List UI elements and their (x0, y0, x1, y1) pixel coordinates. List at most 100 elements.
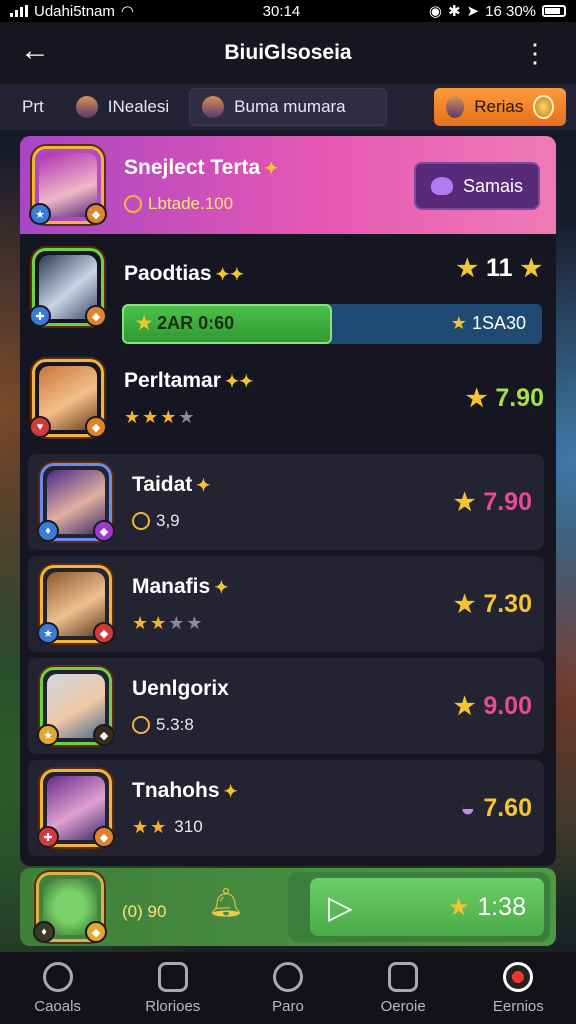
samais-button-label: Samais (462, 175, 524, 196)
tab-label: Eernios (492, 997, 544, 1015)
battery-icon (542, 5, 566, 17)
rank-badge-icon: ◆ (85, 203, 107, 225)
class-badge-icon: ★ (37, 724, 59, 746)
hero-score: ★ 11 ★ (457, 254, 542, 283)
hero-score: ★ 9.00 (454, 692, 532, 721)
hero-score: ★ 7.30 (454, 590, 532, 619)
list-item[interactable]: ★ ◆ Uenlgorix 5.3:8 ★ 9.00 (28, 658, 544, 754)
rank-badge-icon: ◆ (93, 826, 115, 848)
battery-label: 16 30% (485, 2, 536, 20)
wifi-icon: ◠ (120, 3, 134, 20)
tab-label: Paro (272, 997, 304, 1015)
star-icon: ★ (136, 313, 153, 333)
hero-score-value: 11 (486, 254, 513, 282)
play-button[interactable]: ▷ ★ 1:38 (310, 878, 544, 936)
level-icon (132, 512, 150, 530)
tab-caoals[interactable]: Caoals (13, 961, 103, 1015)
hero-score-value: 7.90 (483, 487, 532, 516)
verified-icon: ✦ (223, 781, 238, 801)
filter-chip-nealesi[interactable]: INealesi (64, 88, 181, 126)
promo-action-area: ▷ ★ 1:38 (288, 872, 550, 942)
hero-avatar: ★ ◆ (37, 667, 115, 746)
status-bar: Udahi5tnam ◠ 30:14 ◉ ✱ ➤ 16 30% (0, 0, 576, 22)
location-icon: ➤ (466, 3, 480, 20)
star-icon: ★ (450, 313, 467, 333)
star-icon: ★ (453, 590, 476, 618)
chat-icon (272, 961, 303, 992)
level-icon (132, 716, 150, 734)
info-icon (42, 961, 73, 992)
play-button-value: 1:38 (477, 892, 526, 921)
hero-avatar: ✚ ◆ (37, 769, 115, 848)
progress-left-label: ★ 2AR 0:60 (136, 313, 234, 334)
page-title: BiuiGlsoseia (224, 41, 352, 64)
star-icon: ★ (453, 488, 476, 516)
tab-oeroie[interactable]: Oeroie (358, 961, 448, 1015)
avatar-icon (202, 96, 225, 118)
rank-badge-icon: ◆ (93, 520, 115, 542)
filter-chip-label: Rerias (474, 97, 524, 116)
star-icon: ★ (453, 692, 476, 720)
class-badge-icon: ✚ (29, 305, 51, 327)
star-icon: ★ (456, 255, 479, 282)
hero-name: Taidat (132, 473, 193, 496)
filter-chip-rerias[interactable]: Rerias (434, 88, 566, 126)
gem-stack-icon: ◒ (460, 793, 476, 822)
list-item[interactable]: ✚ ◆ Paodtias ✦✦ ★ 11 ★ ★ 2AR 0:60 ★ 1SA30 (20, 238, 556, 350)
tab-rlorioes[interactable]: Rlorioes (128, 961, 218, 1015)
star-icon: ★ (447, 893, 470, 921)
rating-stars: ★★★★ (124, 406, 197, 427)
verified-icon: ✦✦ (215, 265, 245, 284)
hero-avatar: ★ ◆ (29, 146, 107, 225)
list-item[interactable]: ♥ ◆ Perltamar ✦✦ ★★★★ ★ 7.90 (20, 350, 556, 446)
tab-eernios[interactable]: Eernios (473, 961, 563, 1015)
play-icon: ▷ (328, 889, 353, 925)
alarm-icon: ◉ (428, 3, 442, 20)
leaderboard-panel: ★ ◆ Snejlect Terta ✦ Lbtade.100 Samais ✚ … (20, 136, 556, 866)
avatar-icon (446, 96, 465, 118)
hero-avatar: ★ ◆ (37, 565, 115, 644)
hero-avatar: ♦ ◆ (37, 463, 115, 542)
hero-score: ★ 7.90 (466, 384, 544, 413)
more-vertical-icon[interactable]: ⋮ (522, 40, 548, 66)
clock: 30:14 (262, 2, 301, 20)
progress-bar: ★ 2AR 0:60 ★ 1SA30 (122, 304, 542, 344)
hero-score-value: 7.30 (483, 589, 532, 618)
rank-badge-icon: ◆ (93, 724, 115, 746)
rank-badge-icon: ◆ (85, 416, 107, 438)
rank-badge-icon: ◆ (93, 622, 115, 644)
carrier-label: Udahi5tnam (34, 2, 115, 20)
bell-icon[interactable]: 🔔︎ (208, 886, 244, 919)
bottom-tab-bar: Caoals Rlorioes Paro Oeroie Eernios (0, 952, 576, 1024)
star-icon: ★ (465, 384, 488, 412)
class-badge-icon: ✚ (37, 826, 59, 848)
list-item[interactable]: ★ ◆ Manafis ✦ ★★★★ ★ 7.30 (28, 556, 544, 652)
hero-name: Uenlgorix (132, 677, 229, 700)
hero-sub-value: 310 (174, 817, 203, 836)
profile-icon (388, 961, 419, 992)
list-item[interactable]: ♦ ◆ Taidat ✦ 3,9 ★ 7.90 (28, 454, 544, 550)
hero-score-value: 7.60 (483, 793, 532, 822)
list-item-highlighted[interactable]: ★ ◆ Snejlect Terta ✦ Lbtade.100 Samais (20, 136, 556, 234)
progress-right-value: 1SA30 (471, 313, 526, 333)
filter-chip-prt[interactable]: Prt (10, 88, 56, 126)
list-item[interactable]: ✚ ◆ Tnahohs ✦ ★★ 310 ◒ 7.60 (28, 760, 544, 856)
promo-text: (0) 90 (122, 902, 167, 921)
class-badge-icon: ♥ (29, 416, 51, 438)
class-badge-icon: ★ (37, 622, 59, 644)
filter-chip-label: Buma mumara (234, 97, 346, 116)
verified-icon: ✦ (196, 476, 211, 495)
signal-icon (10, 5, 28, 17)
back-arrow-icon[interactable]: ← (20, 36, 50, 66)
hero-name: Snejlect Terta (124, 156, 261, 179)
app-header: ← BiuiGlsoseia ⋮ (0, 22, 576, 84)
tab-paro[interactable]: Paro (243, 961, 333, 1015)
filter-chip-search[interactable]: Buma mumara (189, 88, 388, 126)
samais-button[interactable]: Samais (414, 162, 540, 210)
class-badge-icon: ♦ (37, 520, 59, 542)
class-badge-icon: ♦ (33, 921, 55, 943)
star-icon: ★ (520, 255, 542, 282)
tab-label: Oeroie (380, 997, 426, 1015)
filter-chip-label: INealesi (107, 97, 170, 116)
hero-score: ◒ 7.60 (460, 794, 532, 823)
